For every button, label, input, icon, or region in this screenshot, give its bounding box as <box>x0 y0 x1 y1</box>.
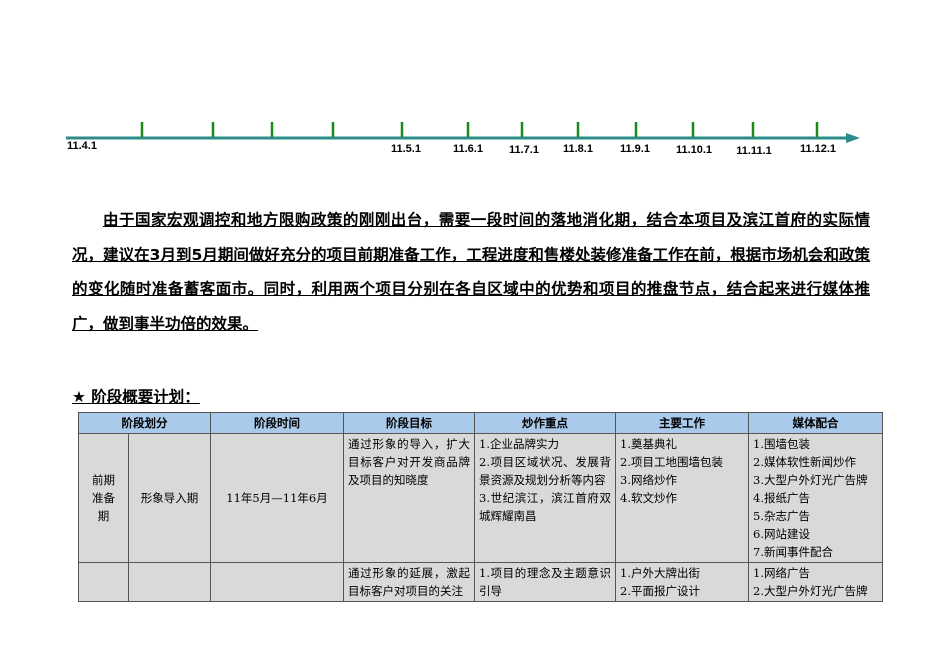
header-media: 媒体配合 <box>748 412 883 434</box>
goal-cell: 通过形象的延展，激起目标客户对项目的关注 <box>343 562 475 602</box>
table-header-row: 阶段划分 阶段时间 阶段目标 炒作重点 主要工作 媒体配合 <box>78 412 883 434</box>
media-item: 1.围墙包装 <box>753 437 810 451</box>
timeline: 11.4.1 11.5.1 11.6.1 11.7.1 11.8.1 11.9.1 11.1… <box>66 122 860 157</box>
timeline-label: 11.12.1 <box>800 143 836 155</box>
work-item: 2.平面报广设计 <box>620 584 700 598</box>
timeline-label: 11.9.1 <box>620 143 650 155</box>
header-work: 主要工作 <box>615 412 749 434</box>
header-focus: 炒作重点 <box>474 412 616 434</box>
plan-title: ★ 阶段概要计划： <box>72 388 200 406</box>
media-cell: 1.网络广告 2.大型户外灯光广告牌 <box>748 562 883 602</box>
subphase-cell <box>128 562 211 602</box>
work-item: 2.项目工地围墙包装 <box>620 455 723 469</box>
timeline-label: 11.8.1 <box>563 143 593 155</box>
time-cell: 11年5月—11年6月 <box>210 433 344 563</box>
table-row: 前期准备期 形象导入期 11年5月—11年6月 通过形象的导入，扩大目标客户对开发商品… <box>78 433 883 563</box>
focus-item: 2.项目区域状况、发展背景资源及规划分析等内容 <box>479 455 611 487</box>
media-item: 2.媒体软性新闻炒作 <box>753 455 856 469</box>
timeline-label: 11.11.1 <box>736 145 772 157</box>
header-phase: 阶段划分 <box>78 412 211 434</box>
media-item: 1.网络广告 <box>753 566 810 580</box>
header-goal: 阶段目标 <box>343 412 475 434</box>
phase-cell <box>78 562 129 602</box>
timeline-label: 11.10.1 <box>676 144 712 156</box>
header-time: 阶段时间 <box>210 412 344 434</box>
focus-item: 3.世纪滨江，滨江首府双城辉耀南昌 <box>479 491 611 523</box>
media-item: 6.网站建设 <box>753 527 810 541</box>
media-item: 7.新闻事件配合 <box>753 545 833 559</box>
focus-cell: 1.项目的理念及主题意识引导 <box>474 562 616 602</box>
work-item: 1.奠基典礼 <box>620 437 677 451</box>
body-paragraph: 由于国家宏观调控和地方限购政策的刚刚出台，需要一段时间的落地消化期，结合本项目及… <box>72 211 870 333</box>
arrow-head-icon <box>846 133 860 143</box>
focus-cell: 1.企业品牌实力 2.项目区域状况、发展背景资源及规划分析等内容 3.世纪滨江，滨江… <box>474 433 616 563</box>
media-item: 3.大型户外灯光广告牌 <box>753 473 868 487</box>
page: 11.4.1 11.5.1 11.6.1 11.7.1 11.8.1 11.9.1 11.1… <box>0 0 950 672</box>
phase-text: 前期准备期 <box>91 473 115 523</box>
work-cell: 1.奠基典礼 2.项目工地围墙包装 3.网络炒作 4.软文炒作 <box>615 433 749 563</box>
timeline-label: 11.6.1 <box>453 143 483 155</box>
timeline-label: 11.4.1 <box>67 140 97 152</box>
focus-item: 1.企业品牌实力 <box>479 437 559 451</box>
timeline-label: 11.5.1 <box>391 143 421 155</box>
work-cell: 1.户外大牌出街 2.平面报广设计 <box>615 562 749 602</box>
subphase-cell: 形象导入期 <box>128 433 211 563</box>
work-item: 3.网络炒作 <box>620 473 677 487</box>
media-item: 5.杂志广告 <box>753 509 810 523</box>
media-cell: 1.围墙包装 2.媒体软性新闻炒作 3.大型户外灯光广告牌 4.报纸广告 5.杂志广告 6… <box>748 433 883 563</box>
time-cell <box>210 562 344 602</box>
media-item: 4.报纸广告 <box>753 491 810 505</box>
focus-item: 1.项目的理念及主题意识引导 <box>479 566 611 598</box>
timeline-label: 11.7.1 <box>509 144 539 156</box>
work-item: 1.户外大牌出街 <box>620 566 700 580</box>
work-item: 4.软文炒作 <box>620 491 677 505</box>
plan-table: 阶段划分 阶段时间 阶段目标 炒作重点 主要工作 媒体配合 前期准备期 形象导入期… <box>78 412 883 602</box>
phase-cell: 前期准备期 <box>78 433 129 563</box>
table-row: 通过形象的延展，激起目标客户对项目的关注 1.项目的理念及主题意识引导 1.户外大牌… <box>78 562 883 602</box>
goal-cell: 通过形象的导入，扩大目标客户对开发商品牌及项目的知晓度 <box>343 433 475 563</box>
media-item: 2.大型户外灯光广告牌 <box>753 584 868 598</box>
